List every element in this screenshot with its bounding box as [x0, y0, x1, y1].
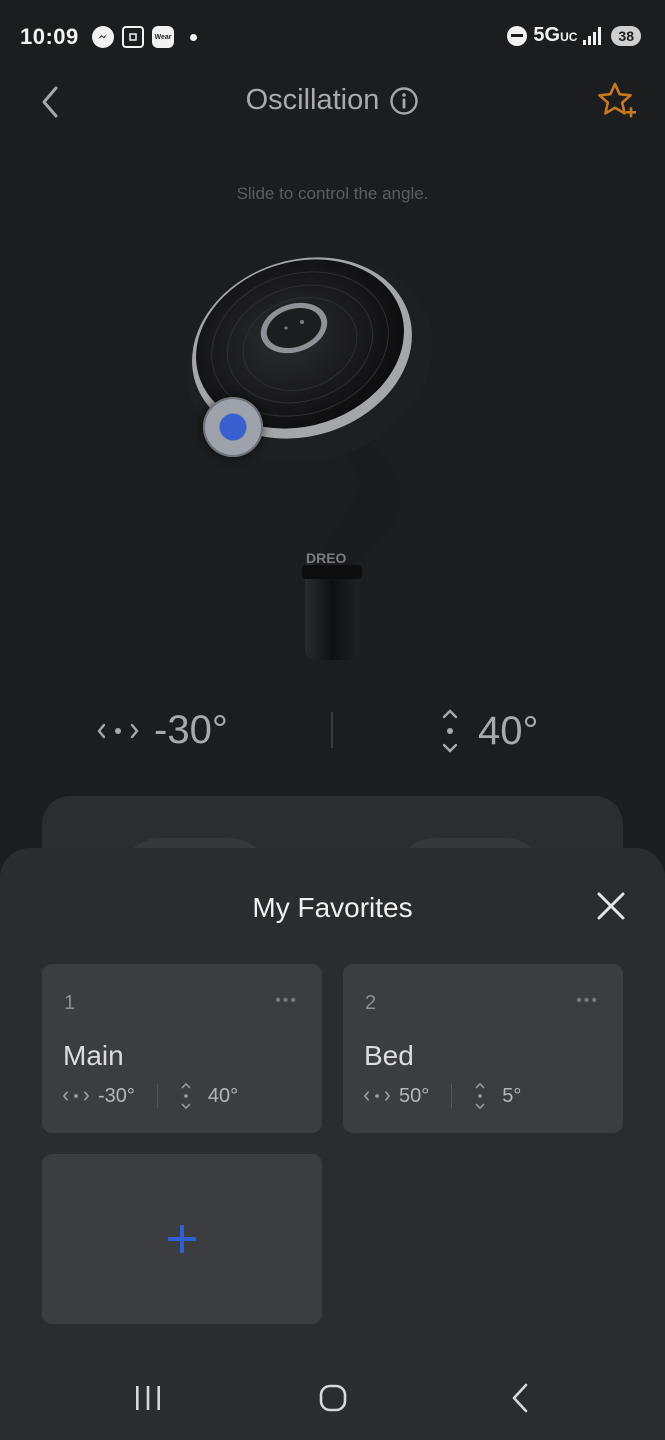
fan-brand: DREO	[306, 550, 347, 566]
do-not-disturb-icon	[507, 25, 528, 46]
favorite-vertical: 40°	[207, 1084, 239, 1107]
favorite-horizontal: 50°	[399, 1084, 430, 1107]
close-icon[interactable]	[593, 888, 629, 924]
vertical-angle: 40°	[440, 708, 539, 754]
recents-button[interactable]	[118, 1376, 178, 1420]
home-icon	[319, 1384, 347, 1412]
home-button[interactable]	[303, 1376, 363, 1420]
status-time: 10:09	[20, 24, 79, 49]
network-type: 5GUC	[533, 24, 578, 46]
favorite-card-bed[interactable]: 2 ••• Bed 50° 5°	[343, 964, 623, 1133]
favorite-angles: -30° 40°	[62, 1082, 238, 1110]
wear-icon: Wear	[152, 26, 174, 48]
horizontal-angle-value: -30°	[154, 708, 228, 752]
more-options-icon[interactable]: •••	[275, 992, 298, 1010]
sheet-title: My Favorites	[252, 892, 413, 923]
system-back-button[interactable]	[490, 1376, 550, 1420]
more-options-icon[interactable]: •••	[576, 992, 599, 1010]
vertical-oscillation-icon	[442, 709, 458, 753]
signal-icon	[583, 26, 602, 45]
horizontal-oscillation-icon	[363, 1091, 391, 1101]
favorite-name: Bed	[364, 1040, 414, 1071]
vertical-oscillation-icon	[181, 1082, 191, 1110]
angle-hint: Slide to control the angle.	[236, 184, 429, 203]
battery-indicator: 38	[611, 25, 641, 46]
horizontal-oscillation-icon	[97, 723, 139, 738]
page-title: Oscillation	[245, 84, 380, 116]
info-icon[interactable]	[389, 86, 419, 116]
header: Oscillation	[0, 84, 665, 117]
status-bar: 10:09 Wear 5GUC 38	[0, 0, 665, 76]
angle-control-handle[interactable]	[203, 397, 263, 457]
recents-icon	[136, 1386, 160, 1410]
favorite-name: Main	[63, 1040, 124, 1071]
messenger-icon	[92, 26, 114, 48]
star-plus-icon[interactable]	[595, 80, 639, 124]
status-notification-icons: Wear	[92, 26, 197, 48]
plus-icon	[168, 1225, 196, 1253]
more-notifications-dot	[190, 33, 197, 41]
favorite-angles: 50° 5°	[363, 1082, 521, 1110]
favorite-number: 2	[365, 992, 377, 1014]
horizontal-oscillation-icon	[62, 1091, 90, 1101]
horizontal-angle: -30°	[96, 708, 228, 753]
vertical-angle-value: 40°	[478, 708, 539, 753]
vertical-oscillation-icon	[475, 1082, 485, 1110]
system-nav-bar	[0, 1360, 665, 1440]
angle-divider	[331, 712, 333, 748]
favorite-horizontal: -30°	[98, 1084, 135, 1107]
angle-readout: -30° 40°	[0, 702, 665, 762]
favorite-vertical: 5°	[502, 1084, 522, 1107]
favorites-sheet: My Favorites 1 ••• Main -30° 40° 2 ••• B…	[0, 848, 665, 1440]
back-icon	[512, 1383, 528, 1413]
add-favorite-button[interactable]	[42, 1154, 322, 1324]
favorite-number: 1	[64, 992, 76, 1014]
favorite-card-main[interactable]: 1 ••• Main -30° 40°	[42, 964, 322, 1133]
screenshot-icon	[122, 26, 144, 48]
status-system-icons: 5GUC 38	[507, 24, 641, 47]
